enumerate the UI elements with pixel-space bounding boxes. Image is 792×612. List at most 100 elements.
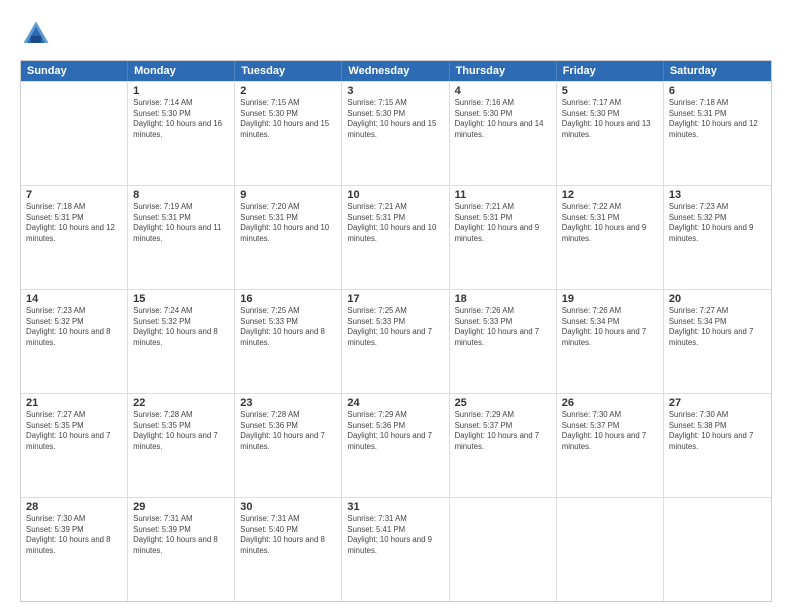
day-info: Sunrise: 7:25 AM Sunset: 5:33 PM Dayligh… xyxy=(347,306,443,348)
day-info: Sunrise: 7:24 AM Sunset: 5:32 PM Dayligh… xyxy=(133,306,229,348)
day-info: Sunrise: 7:18 AM Sunset: 5:31 PM Dayligh… xyxy=(669,98,766,140)
day-number: 14 xyxy=(26,293,122,305)
day-number: 23 xyxy=(240,397,336,409)
day-cell-6: 6Sunrise: 7:18 AM Sunset: 5:31 PM Daylig… xyxy=(664,82,771,185)
day-info: Sunrise: 7:30 AM Sunset: 5:38 PM Dayligh… xyxy=(669,410,766,452)
calendar-body: 1Sunrise: 7:14 AM Sunset: 5:30 PM Daylig… xyxy=(21,81,771,601)
day-info: Sunrise: 7:25 AM Sunset: 5:33 PM Dayligh… xyxy=(240,306,336,348)
day-info: Sunrise: 7:17 AM Sunset: 5:30 PM Dayligh… xyxy=(562,98,658,140)
calendar-header: SundayMondayTuesdayWednesdayThursdayFrid… xyxy=(21,61,771,81)
day-info: Sunrise: 7:28 AM Sunset: 5:35 PM Dayligh… xyxy=(133,410,229,452)
day-info: Sunrise: 7:28 AM Sunset: 5:36 PM Dayligh… xyxy=(240,410,336,452)
day-number: 16 xyxy=(240,293,336,305)
day-number: 15 xyxy=(133,293,229,305)
day-info: Sunrise: 7:20 AM Sunset: 5:31 PM Dayligh… xyxy=(240,202,336,244)
day-cell-11: 11Sunrise: 7:21 AM Sunset: 5:31 PM Dayli… xyxy=(450,186,557,289)
day-number: 26 xyxy=(562,397,658,409)
day-number: 20 xyxy=(669,293,766,305)
day-cell-19: 19Sunrise: 7:26 AM Sunset: 5:34 PM Dayli… xyxy=(557,290,664,393)
day-info: Sunrise: 7:30 AM Sunset: 5:37 PM Dayligh… xyxy=(562,410,658,452)
day-cell-1: 1Sunrise: 7:14 AM Sunset: 5:30 PM Daylig… xyxy=(128,82,235,185)
day-number: 31 xyxy=(347,501,443,513)
day-number: 3 xyxy=(347,85,443,97)
day-number: 17 xyxy=(347,293,443,305)
day-info: Sunrise: 7:23 AM Sunset: 5:32 PM Dayligh… xyxy=(669,202,766,244)
day-cell-13: 13Sunrise: 7:23 AM Sunset: 5:32 PM Dayli… xyxy=(664,186,771,289)
day-header-saturday: Saturday xyxy=(664,61,771,81)
day-number: 9 xyxy=(240,189,336,201)
logo-icon xyxy=(20,18,52,50)
day-cell-12: 12Sunrise: 7:22 AM Sunset: 5:31 PM Dayli… xyxy=(557,186,664,289)
calendar-row-1: 1Sunrise: 7:14 AM Sunset: 5:30 PM Daylig… xyxy=(21,81,771,185)
day-cell-31: 31Sunrise: 7:31 AM Sunset: 5:41 PM Dayli… xyxy=(342,498,449,601)
day-number: 27 xyxy=(669,397,766,409)
day-cell-22: 22Sunrise: 7:28 AM Sunset: 5:35 PM Dayli… xyxy=(128,394,235,497)
day-cell-25: 25Sunrise: 7:29 AM Sunset: 5:37 PM Dayli… xyxy=(450,394,557,497)
day-cell-23: 23Sunrise: 7:28 AM Sunset: 5:36 PM Dayli… xyxy=(235,394,342,497)
day-number: 6 xyxy=(669,85,766,97)
calendar: SundayMondayTuesdayWednesdayThursdayFrid… xyxy=(20,60,772,602)
day-number: 11 xyxy=(455,189,551,201)
day-number: 22 xyxy=(133,397,229,409)
day-info: Sunrise: 7:23 AM Sunset: 5:32 PM Dayligh… xyxy=(26,306,122,348)
day-cell-27: 27Sunrise: 7:30 AM Sunset: 5:38 PM Dayli… xyxy=(664,394,771,497)
day-cell-20: 20Sunrise: 7:27 AM Sunset: 5:34 PM Dayli… xyxy=(664,290,771,393)
day-number: 8 xyxy=(133,189,229,201)
day-info: Sunrise: 7:19 AM Sunset: 5:31 PM Dayligh… xyxy=(133,202,229,244)
day-info: Sunrise: 7:18 AM Sunset: 5:31 PM Dayligh… xyxy=(26,202,122,244)
day-number: 25 xyxy=(455,397,551,409)
day-number: 4 xyxy=(455,85,551,97)
day-header-wednesday: Wednesday xyxy=(342,61,449,81)
day-header-sunday: Sunday xyxy=(21,61,128,81)
day-cell-7: 7Sunrise: 7:18 AM Sunset: 5:31 PM Daylig… xyxy=(21,186,128,289)
day-number: 29 xyxy=(133,501,229,513)
day-info: Sunrise: 7:16 AM Sunset: 5:30 PM Dayligh… xyxy=(455,98,551,140)
header xyxy=(20,18,772,50)
day-number: 13 xyxy=(669,189,766,201)
day-cell-9: 9Sunrise: 7:20 AM Sunset: 5:31 PM Daylig… xyxy=(235,186,342,289)
day-header-thursday: Thursday xyxy=(450,61,557,81)
logo xyxy=(20,18,56,50)
day-cell-2: 2Sunrise: 7:15 AM Sunset: 5:30 PM Daylig… xyxy=(235,82,342,185)
day-cell-28: 28Sunrise: 7:30 AM Sunset: 5:39 PM Dayli… xyxy=(21,498,128,601)
day-number: 1 xyxy=(133,85,229,97)
day-number: 24 xyxy=(347,397,443,409)
calendar-row-5: 28Sunrise: 7:30 AM Sunset: 5:39 PM Dayli… xyxy=(21,497,771,601)
day-info: Sunrise: 7:27 AM Sunset: 5:34 PM Dayligh… xyxy=(669,306,766,348)
day-number: 12 xyxy=(562,189,658,201)
day-number: 28 xyxy=(26,501,122,513)
day-info: Sunrise: 7:29 AM Sunset: 5:37 PM Dayligh… xyxy=(455,410,551,452)
day-cell-3: 3Sunrise: 7:15 AM Sunset: 5:30 PM Daylig… xyxy=(342,82,449,185)
day-cell-24: 24Sunrise: 7:29 AM Sunset: 5:36 PM Dayli… xyxy=(342,394,449,497)
day-info: Sunrise: 7:31 AM Sunset: 5:40 PM Dayligh… xyxy=(240,514,336,556)
day-cell-15: 15Sunrise: 7:24 AM Sunset: 5:32 PM Dayli… xyxy=(128,290,235,393)
day-cell-30: 30Sunrise: 7:31 AM Sunset: 5:40 PM Dayli… xyxy=(235,498,342,601)
day-number: 30 xyxy=(240,501,336,513)
calendar-row-2: 7Sunrise: 7:18 AM Sunset: 5:31 PM Daylig… xyxy=(21,185,771,289)
day-info: Sunrise: 7:21 AM Sunset: 5:31 PM Dayligh… xyxy=(347,202,443,244)
day-info: Sunrise: 7:14 AM Sunset: 5:30 PM Dayligh… xyxy=(133,98,229,140)
day-number: 19 xyxy=(562,293,658,305)
day-number: 18 xyxy=(455,293,551,305)
day-cell-8: 8Sunrise: 7:19 AM Sunset: 5:31 PM Daylig… xyxy=(128,186,235,289)
day-number: 2 xyxy=(240,85,336,97)
day-number: 7 xyxy=(26,189,122,201)
calendar-row-3: 14Sunrise: 7:23 AM Sunset: 5:32 PM Dayli… xyxy=(21,289,771,393)
day-header-friday: Friday xyxy=(557,61,664,81)
day-number: 5 xyxy=(562,85,658,97)
day-cell-empty-4-5 xyxy=(557,498,664,601)
day-info: Sunrise: 7:26 AM Sunset: 5:33 PM Dayligh… xyxy=(455,306,551,348)
day-cell-16: 16Sunrise: 7:25 AM Sunset: 5:33 PM Dayli… xyxy=(235,290,342,393)
day-cell-26: 26Sunrise: 7:30 AM Sunset: 5:37 PM Dayli… xyxy=(557,394,664,497)
day-cell-17: 17Sunrise: 7:25 AM Sunset: 5:33 PM Dayli… xyxy=(342,290,449,393)
day-number: 21 xyxy=(26,397,122,409)
day-info: Sunrise: 7:30 AM Sunset: 5:39 PM Dayligh… xyxy=(26,514,122,556)
day-info: Sunrise: 7:26 AM Sunset: 5:34 PM Dayligh… xyxy=(562,306,658,348)
day-cell-10: 10Sunrise: 7:21 AM Sunset: 5:31 PM Dayli… xyxy=(342,186,449,289)
day-header-monday: Monday xyxy=(128,61,235,81)
day-info: Sunrise: 7:15 AM Sunset: 5:30 PM Dayligh… xyxy=(240,98,336,140)
day-info: Sunrise: 7:31 AM Sunset: 5:39 PM Dayligh… xyxy=(133,514,229,556)
day-cell-5: 5Sunrise: 7:17 AM Sunset: 5:30 PM Daylig… xyxy=(557,82,664,185)
day-cell-18: 18Sunrise: 7:26 AM Sunset: 5:33 PM Dayli… xyxy=(450,290,557,393)
day-header-tuesday: Tuesday xyxy=(235,61,342,81)
